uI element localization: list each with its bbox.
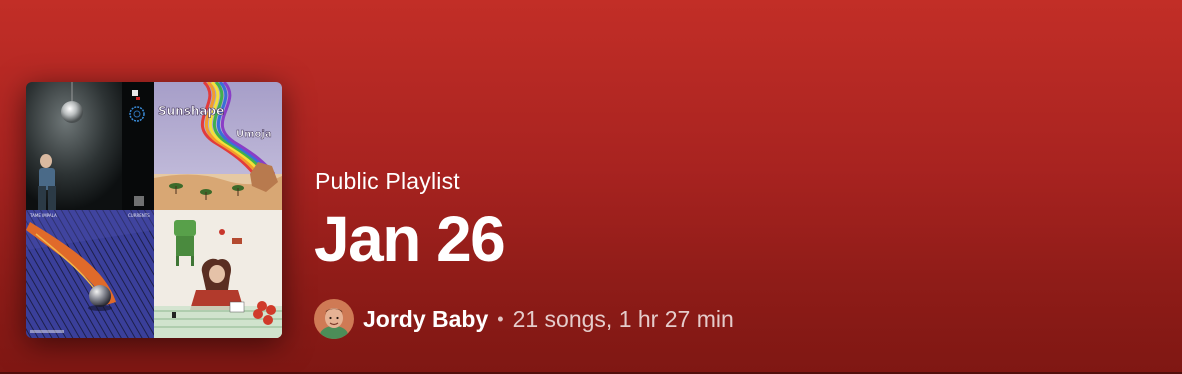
byline-separator: • (497, 308, 504, 329)
pinball-album-text: CURRENTS (128, 213, 150, 218)
cover-tile-sunshape: Sunshape Umoja (154, 82, 282, 210)
owner-name-link[interactable]: Jordy Baby (363, 306, 488, 333)
owner-avatar[interactable] (314, 299, 354, 339)
playlist-meta: Public Playlist Jan 26 (314, 168, 506, 275)
playlist-byline: Jordy Baby • 21 songs, 1 hr 27 min (314, 297, 734, 341)
sunshape-title-text: Sunshape (158, 104, 224, 118)
playlist-type-label: Public Playlist (315, 168, 460, 194)
cover-tile-pinball: TAME IMPALA CURRENTS (26, 210, 154, 338)
playlist-header: Sunshape Umoja TAME IMPALA CURRENTS Publ… (0, 0, 1182, 374)
cover-tile-girl-table (154, 210, 282, 338)
playlist-stats: 21 songs, 1 hr 27 min (512, 305, 734, 332)
sunshape-subtitle-text: Umoja (236, 129, 272, 140)
playlist-cover-mosaic[interactable]: Sunshape Umoja TAME IMPALA CURRENTS (26, 82, 282, 338)
playlist-title[interactable]: Jan 26 (314, 203, 506, 275)
cover-tile-disco-ball (26, 82, 154, 210)
pinball-artist-text: TAME IMPALA (29, 213, 57, 218)
